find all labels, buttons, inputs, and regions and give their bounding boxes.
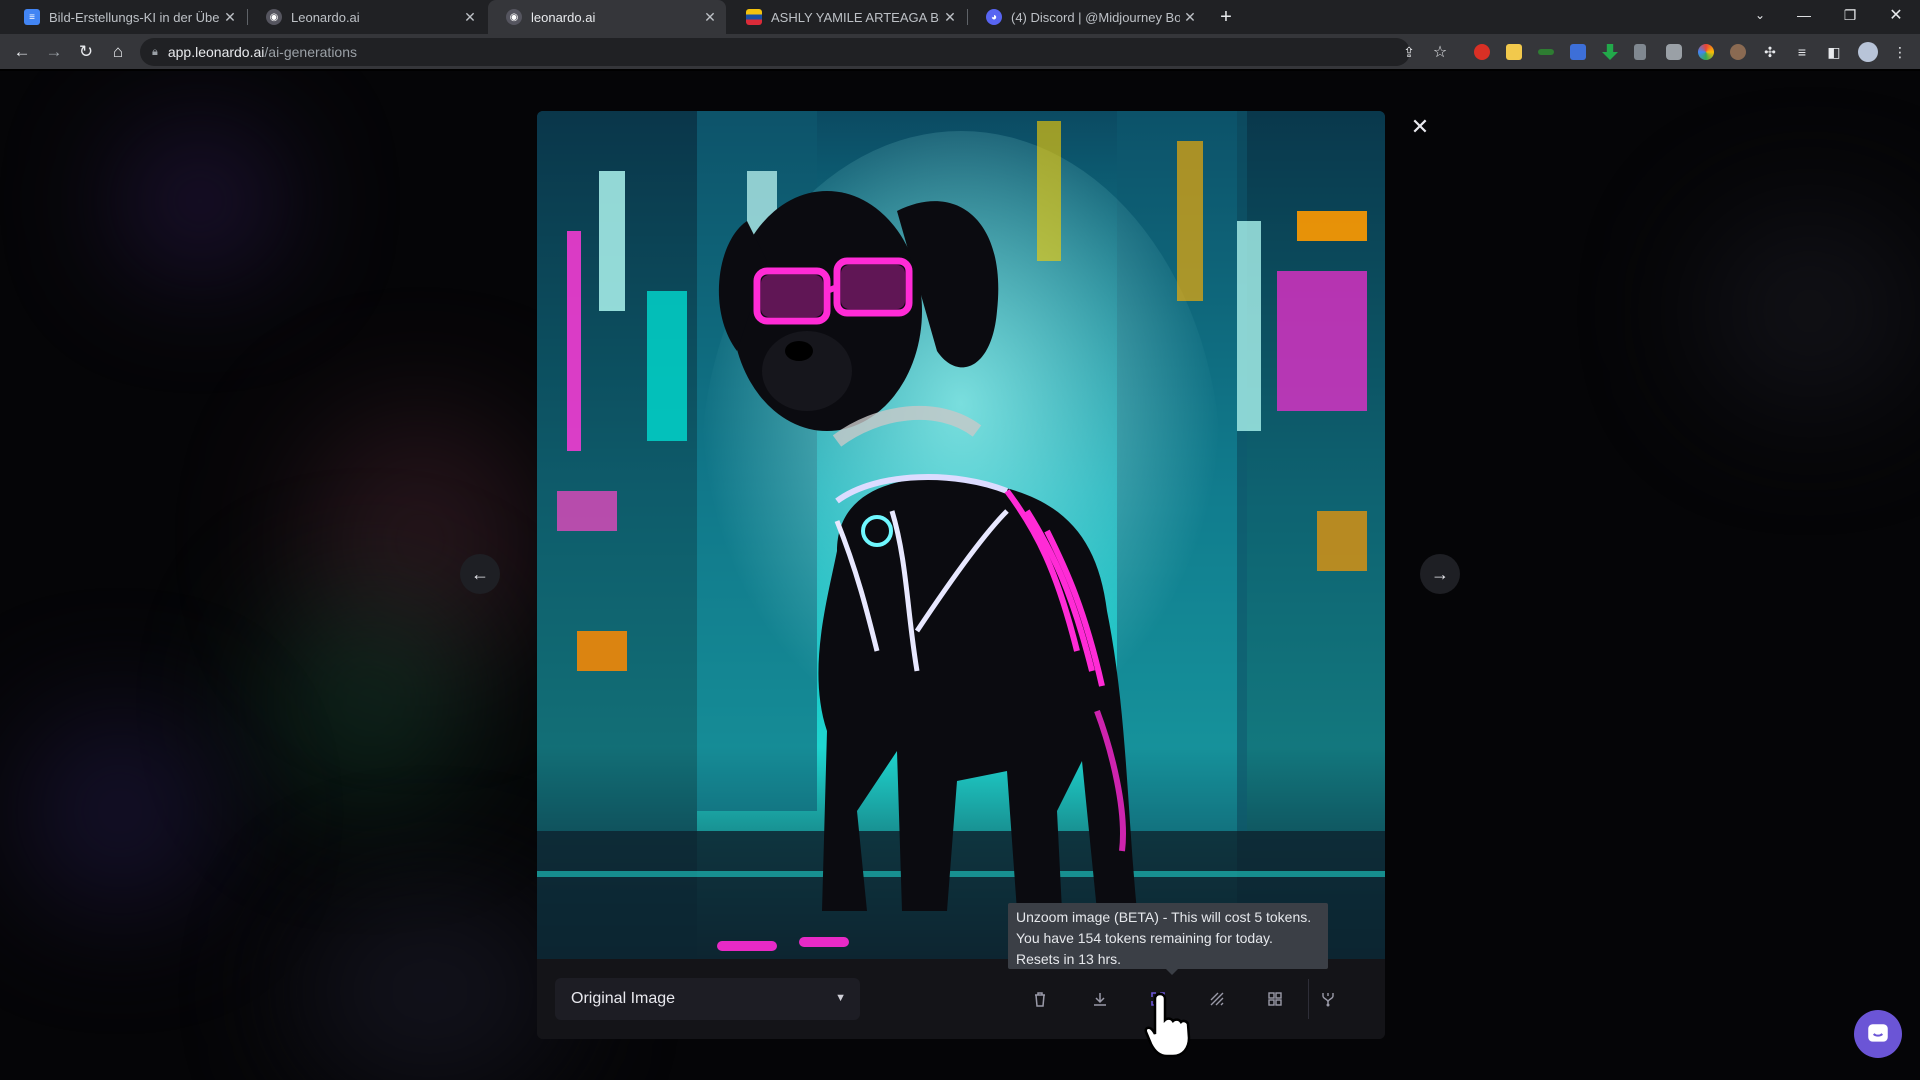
new-tab-icon[interactable]: + [1214,5,1238,29]
window-close-icon[interactable]: ✕ [1874,0,1918,30]
side-panel-icon[interactable]: ◧ [1822,40,1846,64]
backdrop-blur [120,131,280,271]
remove-background-button[interactable] [1202,984,1232,1014]
tab-bild-erstellung[interactable]: ≡ Bild-Erstellungs-KI in der Übersic ✕ [6,0,246,34]
reading-list-icon[interactable]: ≡ [1790,40,1814,64]
variation-button[interactable] [1313,984,1343,1014]
flag-icon [746,9,762,25]
extension-color-icon[interactable] [1698,44,1714,60]
next-image-button[interactable]: → [1420,554,1460,594]
profile-avatar[interactable] [1858,42,1878,62]
browser-toolbar: ← → ↻ ⌂ 🔒︎ app.leonardo.ai /ai-generatio… [0,34,1920,70]
generated-image-neon-dog [537,111,1385,959]
adblock-icon[interactable] [1474,44,1490,60]
tab-title: leonardo.ai [531,9,596,25]
caret-down-icon: ▼ [835,992,846,1004]
previous-image-button[interactable]: ← [460,554,500,594]
share-icon[interactable]: ⇪ [1397,40,1421,64]
tab-leonardo-active[interactable]: ◉ leonardo.ai ✕ [488,0,726,34]
close-tab-icon[interactable]: ✕ [700,7,720,27]
download-icon [1094,993,1106,1006]
close-tab-icon[interactable]: ✕ [1180,7,1200,27]
leonardo-icon: ◉ [506,9,522,25]
leonardo-icon: ◉ [266,9,282,25]
lock-icon: 🔒︎ [152,45,158,58]
variation-icon [1322,993,1334,1007]
backdrop-blur [300,891,560,1080]
image-mode-label: Original Image [571,990,676,1007]
page-backdrop: Original Image ▼ ✕ ← → [0,71,1920,1080]
reload-icon[interactable]: ↻ [74,40,98,64]
extension-graph-icon[interactable] [1538,49,1554,55]
tab-title: ASHLY YAMILE ARTEAGA BLANC [771,9,940,25]
remove-background-icon [1210,992,1224,1006]
restore-icon[interactable]: ❐ [1828,0,1872,30]
address-bar[interactable]: 🔒︎ app.leonardo.ai /ai-generations [140,38,1410,66]
back-icon[interactable]: ← [10,40,34,64]
upscale-button[interactable] [1260,984,1290,1014]
extension-brown-icon[interactable] [1730,44,1746,60]
extensions-puzzle-icon[interactable]: ✣ [1758,40,1782,64]
unzoom-tooltip: Unzoom image (BETA) - This will cost 5 t… [1008,903,1328,975]
download-button[interactable] [1085,984,1115,1014]
tab-title: Bild-Erstellungs-KI in der Übersic [49,9,220,25]
close-tab-icon[interactable]: ✕ [940,7,960,27]
upscale-icon [1268,992,1282,1006]
close-tab-icon[interactable]: ✕ [460,7,480,27]
docs-icon: ≡ [24,9,40,25]
extension-download-icon[interactable] [1602,44,1618,60]
forward-icon[interactable]: → [42,40,66,64]
backdrop-blur [260,591,480,811]
home-icon[interactable]: ⌂ [106,40,130,64]
delete-button[interactable] [1025,984,1055,1014]
chat-support-button[interactable] [1854,1010,1902,1058]
discord-icon: ◕ [986,9,1002,25]
url-path: /ai-generations [264,44,358,60]
backdrop-blur [20,711,220,911]
extension-camera-icon[interactable] [1666,44,1682,60]
browser-tab-bar: ≡ Bild-Erstellungs-KI in der Übersic ✕ ◉… [0,0,1920,34]
image-viewer-modal: Original Image ▼ [537,111,1385,1039]
url-host: app.leonardo.ai [167,44,265,60]
extension-notes-icon[interactable] [1506,44,1522,60]
tab-search-icon[interactable]: ⌄ [1738,0,1782,30]
hand-pointer-cursor-icon [1144,992,1191,1058]
backdrop-blur [1700,211,1920,411]
close-viewer-icon[interactable]: ✕ [1408,114,1432,139]
extension-translate-icon[interactable] [1570,44,1586,60]
extension-d-icon[interactable] [1634,44,1646,60]
tab-discord[interactable]: ◕ (4) Discord | @Midjourney Bot ✕ [968,0,1206,34]
trash-icon [1035,992,1045,1007]
image-mode-select[interactable]: Original Image ▼ [555,978,860,1020]
close-tab-icon[interactable]: ✕ [220,7,240,27]
tab-title: Leonardo.ai [291,9,360,25]
bookmark-star-icon[interactable]: ☆ [1428,40,1452,64]
toolbar-divider [1308,979,1309,1019]
tab-title: (4) Discord | @Midjourney Bot [1011,9,1180,25]
chat-icon [1868,1024,1888,1042]
tab-leonardo[interactable]: ◉ Leonardo.ai ✕ [248,0,486,34]
tab-ashly[interactable]: ASHLY YAMILE ARTEAGA BLANC ✕ [728,0,966,34]
menu-kebab-icon[interactable]: ⋮ [1888,40,1912,64]
viewer-bottom-bar: Original Image ▼ [537,959,1385,1039]
minimize-icon[interactable]: — [1782,0,1826,30]
